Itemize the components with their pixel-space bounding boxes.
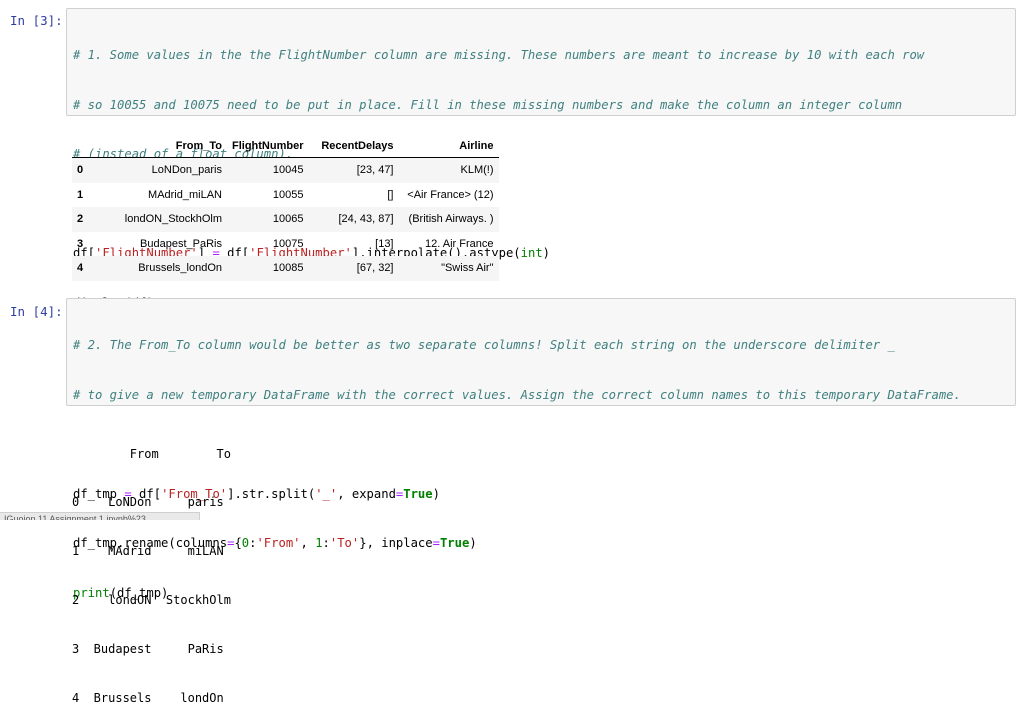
cell-3-comment-line-2: # so 10055 and 10075 need to be put in p… — [73, 97, 903, 112]
cell-flightnumber: 10065 — [272, 213, 304, 226]
table-row: 0 LoNDon_paris 10045 [23, 47] KLM(!) — [72, 157, 499, 183]
row-index: 2 — [77, 213, 84, 226]
column-header-recentdelays: RecentDelays — [308, 135, 399, 158]
table-row: 3 Budapest_PaRis 10075 [13] 12. Air Fran… — [72, 232, 499, 257]
cell-from-to: Budapest_PaRis — [140, 237, 222, 250]
cell-airline: "Swiss Air" — [441, 262, 494, 275]
cell-recentdelays: [] — [387, 188, 394, 201]
table-row: 2 londON_StockhOlm 10065 [24, 43, 87] (B… — [72, 207, 499, 232]
cell-flightnumber: 10075 — [272, 237, 304, 250]
cell-recentdelays: [67, 32] — [356, 262, 394, 275]
cell-4-comment-line-1: # 2. The From_To column would be better … — [73, 338, 895, 352]
print-output-line: 2 londON StockhOlm — [72, 593, 231, 608]
index-header — [72, 135, 104, 158]
cell-from-to: MAdrid_miLAN — [148, 188, 222, 201]
browser-status-bar: IGuoion 11 Assignment 1 ipynb%23 — [0, 512, 200, 520]
cell-from-to: Brussels_londOn — [138, 262, 222, 275]
table-row: 4 Brussels_londOn 10085 [67, 32] "Swiss … — [72, 256, 499, 281]
cell-3-code-editor[interactable]: # 1. Some values in the the FlightNumber… — [66, 8, 1016, 310]
cell-from-to: LoNDon_paris — [151, 164, 222, 177]
cell-recentdelays: [23, 47] — [356, 164, 394, 177]
column-header-airline: Airline — [398, 135, 499, 158]
row-index: 3 — [77, 237, 84, 250]
column-header-flightnumber: FlightNumber — [227, 135, 309, 158]
cell-4-prompt: In [4]: — [10, 304, 63, 319]
dataframe-output-table: From_To FlightNumber RecentDelays Airlin… — [72, 135, 499, 281]
cell-4-comment-line-2: # to give a new temporary DataFrame with… — [73, 387, 961, 402]
cell-3-comment-line-1: # 1. Some values in the the FlightNumber… — [73, 48, 925, 62]
cell-airline: (British Airways. ) — [408, 213, 494, 226]
cell-4-print-output: From To 0 LoNDon paris 1 MAdrid miLAN 2 … — [72, 413, 231, 723]
print-output-line: 1 MAdrid miLAN — [72, 544, 224, 559]
column-header-from-to: From_To — [104, 135, 227, 158]
cell-recentdelays: [24, 43, 87] — [338, 213, 394, 226]
print-output-line: 0 LoNDon paris — [72, 495, 224, 510]
cell-airline: KLM(!) — [460, 164, 494, 177]
print-output-line: 3 Budapest PaRis — [72, 642, 224, 657]
cell-flightnumber: 10045 — [272, 164, 304, 177]
print-output-line: From To — [72, 446, 231, 461]
row-index: 0 — [77, 164, 84, 177]
cell-airline: 12. Air France — [425, 237, 494, 250]
row-index: 1 — [77, 188, 84, 201]
cell-recentdelays: [13] — [375, 237, 394, 250]
cell-from-to: londON_StockhOlm — [124, 213, 222, 226]
cell-4-code-editor[interactable]: # 2. The From_To column would be better … — [66, 298, 1016, 600]
cell-flightnumber: 10085 — [272, 262, 304, 275]
cell-flightnumber: 10055 — [272, 188, 304, 201]
print-output-line: 4 Brussels londOn — [72, 691, 224, 706]
table-row: 1 MAdrid_miLAN 10055 [] <Air France> (12… — [72, 183, 499, 208]
cell-airline: <Air France> (12) — [407, 188, 494, 201]
table-header-row: From_To FlightNumber RecentDelays Airlin… — [72, 135, 499, 158]
cell-3-prompt: In [3]: — [10, 13, 63, 28]
row-index: 4 — [77, 262, 84, 275]
